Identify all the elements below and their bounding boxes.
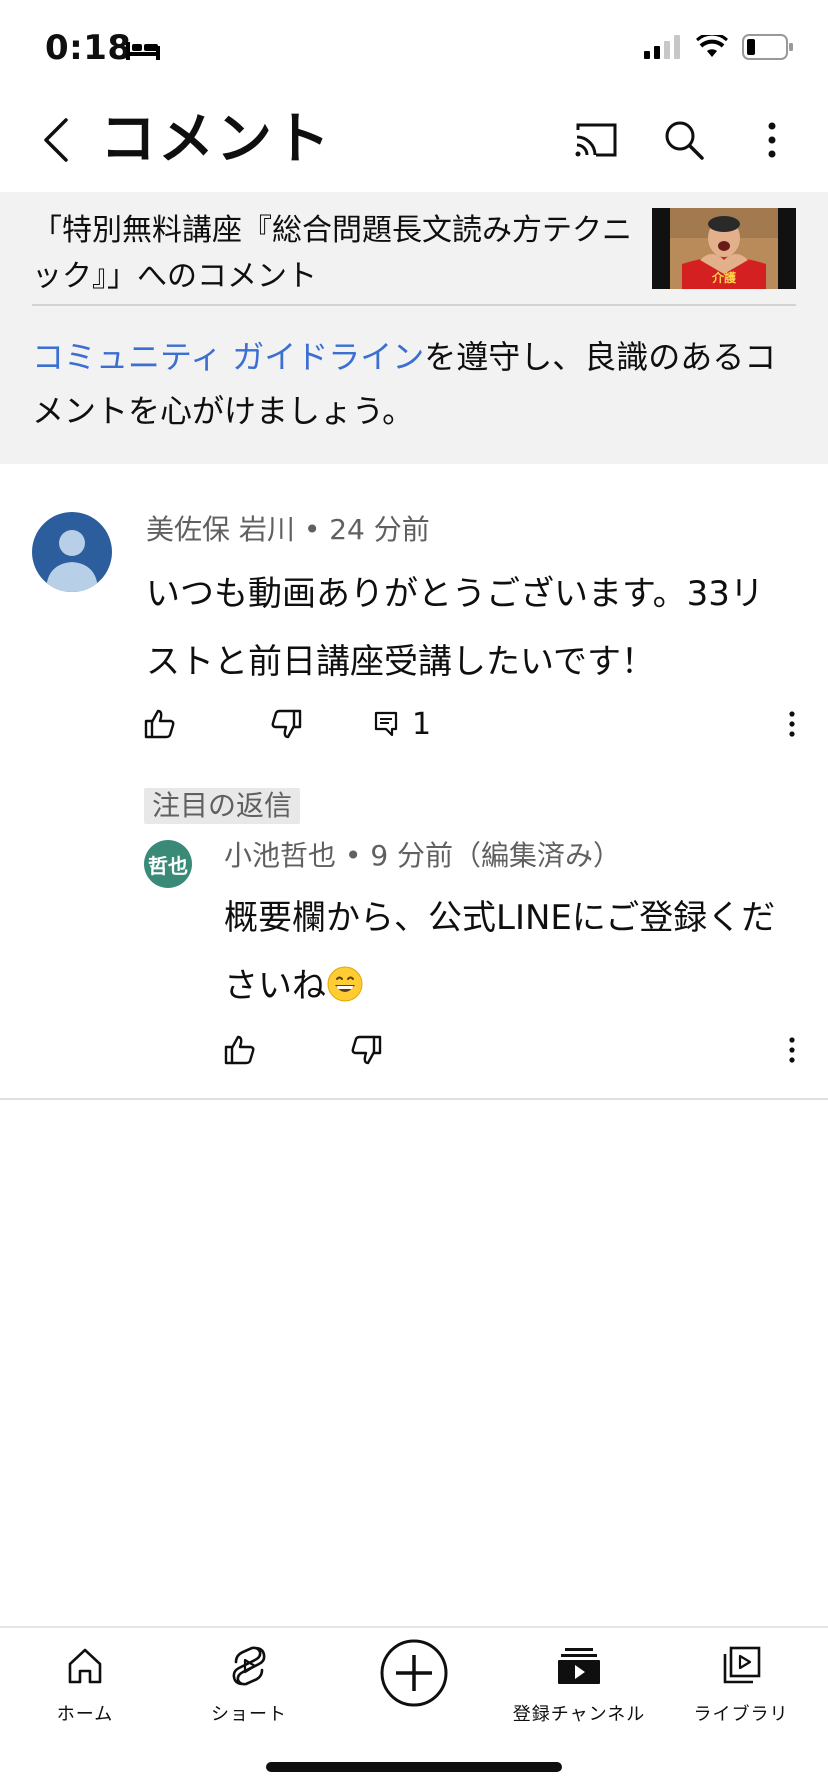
grinning-face-emoji-icon [327, 966, 363, 1002]
meta-separator: • [303, 513, 321, 546]
comment-icon [374, 711, 398, 737]
status-time: 0:18 [45, 28, 132, 68]
like-button[interactable] [144, 696, 176, 752]
header-divider [32, 304, 796, 306]
dislike-button[interactable] [270, 696, 302, 752]
library-icon [717, 1642, 765, 1690]
more-vert-icon [789, 1037, 795, 1063]
thumbs-down-icon [271, 709, 302, 739]
cast-button[interactable] [564, 108, 628, 172]
reply-avatar[interactable]: 哲也 [144, 840, 192, 888]
search-icon [665, 121, 704, 160]
sleep-focus-icon [126, 42, 160, 60]
community-guidelines-link[interactable]: コミュニティ ガイドライン [32, 338, 424, 376]
reply-count: 1 [412, 706, 432, 742]
featured-reply-badge: 注目の返信 [144, 788, 301, 824]
comment-actions: 1 [144, 696, 824, 752]
home-indicator[interactable] [266, 1762, 562, 1772]
video-header: 「特別無料講座『総合問題長文読み方テクニック』」へのコメント 介護 コミュニティ… [0, 192, 828, 464]
guideline-notice: コミュニティ ガイドラインを遵守し、良識のあるコメントを心がけましょう。 [32, 330, 802, 438]
status-indicators [644, 34, 794, 60]
wifi-icon [696, 35, 728, 57]
nav-home[interactable]: ホーム [10, 1642, 160, 1726]
nav-shorts-label: ショート [211, 1704, 287, 1725]
reply-like-button[interactable] [224, 1022, 256, 1078]
reply-actions [224, 1022, 824, 1078]
app-bar: コメント [0, 90, 828, 190]
comment-meta: 美佐保 岩川 • 24 分前 [146, 508, 430, 552]
create-button[interactable] [339, 1638, 489, 1708]
comment-text: いつも動画ありがとうございます。33リストと前日講座受講したいです！ [146, 574, 764, 682]
cast-icon [575, 123, 617, 157]
battery-icon [742, 34, 793, 60]
thumbnail-image: 介護 [652, 208, 796, 289]
reply-button[interactable]: 1 [374, 696, 431, 752]
page-title: コメント [100, 107, 332, 172]
subscriptions-icon [555, 1642, 603, 1690]
search-button[interactable] [652, 108, 716, 172]
comment-author[interactable]: 美佐保 岩川 [146, 513, 295, 546]
meta-separator: • [344, 839, 362, 872]
reply-author[interactable]: 小池哲也 [224, 839, 336, 872]
home-icon [61, 1642, 109, 1690]
back-button[interactable] [24, 108, 88, 172]
nav-shorts[interactable]: ショート [174, 1642, 324, 1726]
reply-meta: 小池哲也 • 9 分前（編集済み） [224, 834, 621, 878]
shorts-icon [225, 1642, 273, 1690]
comment-more-button[interactable] [772, 696, 812, 752]
reply-more-button[interactable] [772, 1022, 812, 1078]
thread-divider [0, 1098, 828, 1100]
more-vert-icon [789, 711, 795, 737]
more-vert-icon [768, 122, 776, 158]
nav-home-label: ホーム [56, 1704, 114, 1725]
thumbnail-caption: 介護 [711, 270, 737, 285]
nav-subscriptions[interactable]: 登録チャンネル [504, 1642, 654, 1726]
person-icon [46, 530, 98, 592]
thumbs-up-icon [144, 709, 175, 739]
video-title: 「特別無料講座『総合問題長文読み方テクニック』」へのコメント [32, 213, 632, 294]
video-thumbnail[interactable]: 介護 [652, 208, 796, 289]
reply-time: 9 分前（編集済み） [370, 839, 622, 872]
reply-dislike-button[interactable] [350, 1022, 382, 1078]
chevron-left-icon [44, 118, 68, 162]
status-bar: 0:18 [0, 0, 828, 100]
reply-text: 概要欄から、公式LINEにご登録くださいね [224, 898, 776, 1006]
thumbs-down-icon [351, 1035, 382, 1065]
comment-time: 24 分前 [329, 513, 430, 546]
reply-text-container: 概要欄から、公式LINEにご登録くださいね [224, 884, 794, 1020]
add-circle-icon [380, 1639, 448, 1707]
nav-library[interactable]: ライブラリ [666, 1642, 816, 1726]
thumbs-up-icon [224, 1035, 255, 1065]
more-options-button[interactable] [740, 108, 804, 172]
avatar[interactable] [32, 512, 112, 592]
nav-library-label: ライブラリ [693, 1704, 789, 1725]
nav-subscriptions-label: 登録チャンネル [512, 1704, 646, 1725]
cellular-signal-icon [644, 35, 680, 59]
